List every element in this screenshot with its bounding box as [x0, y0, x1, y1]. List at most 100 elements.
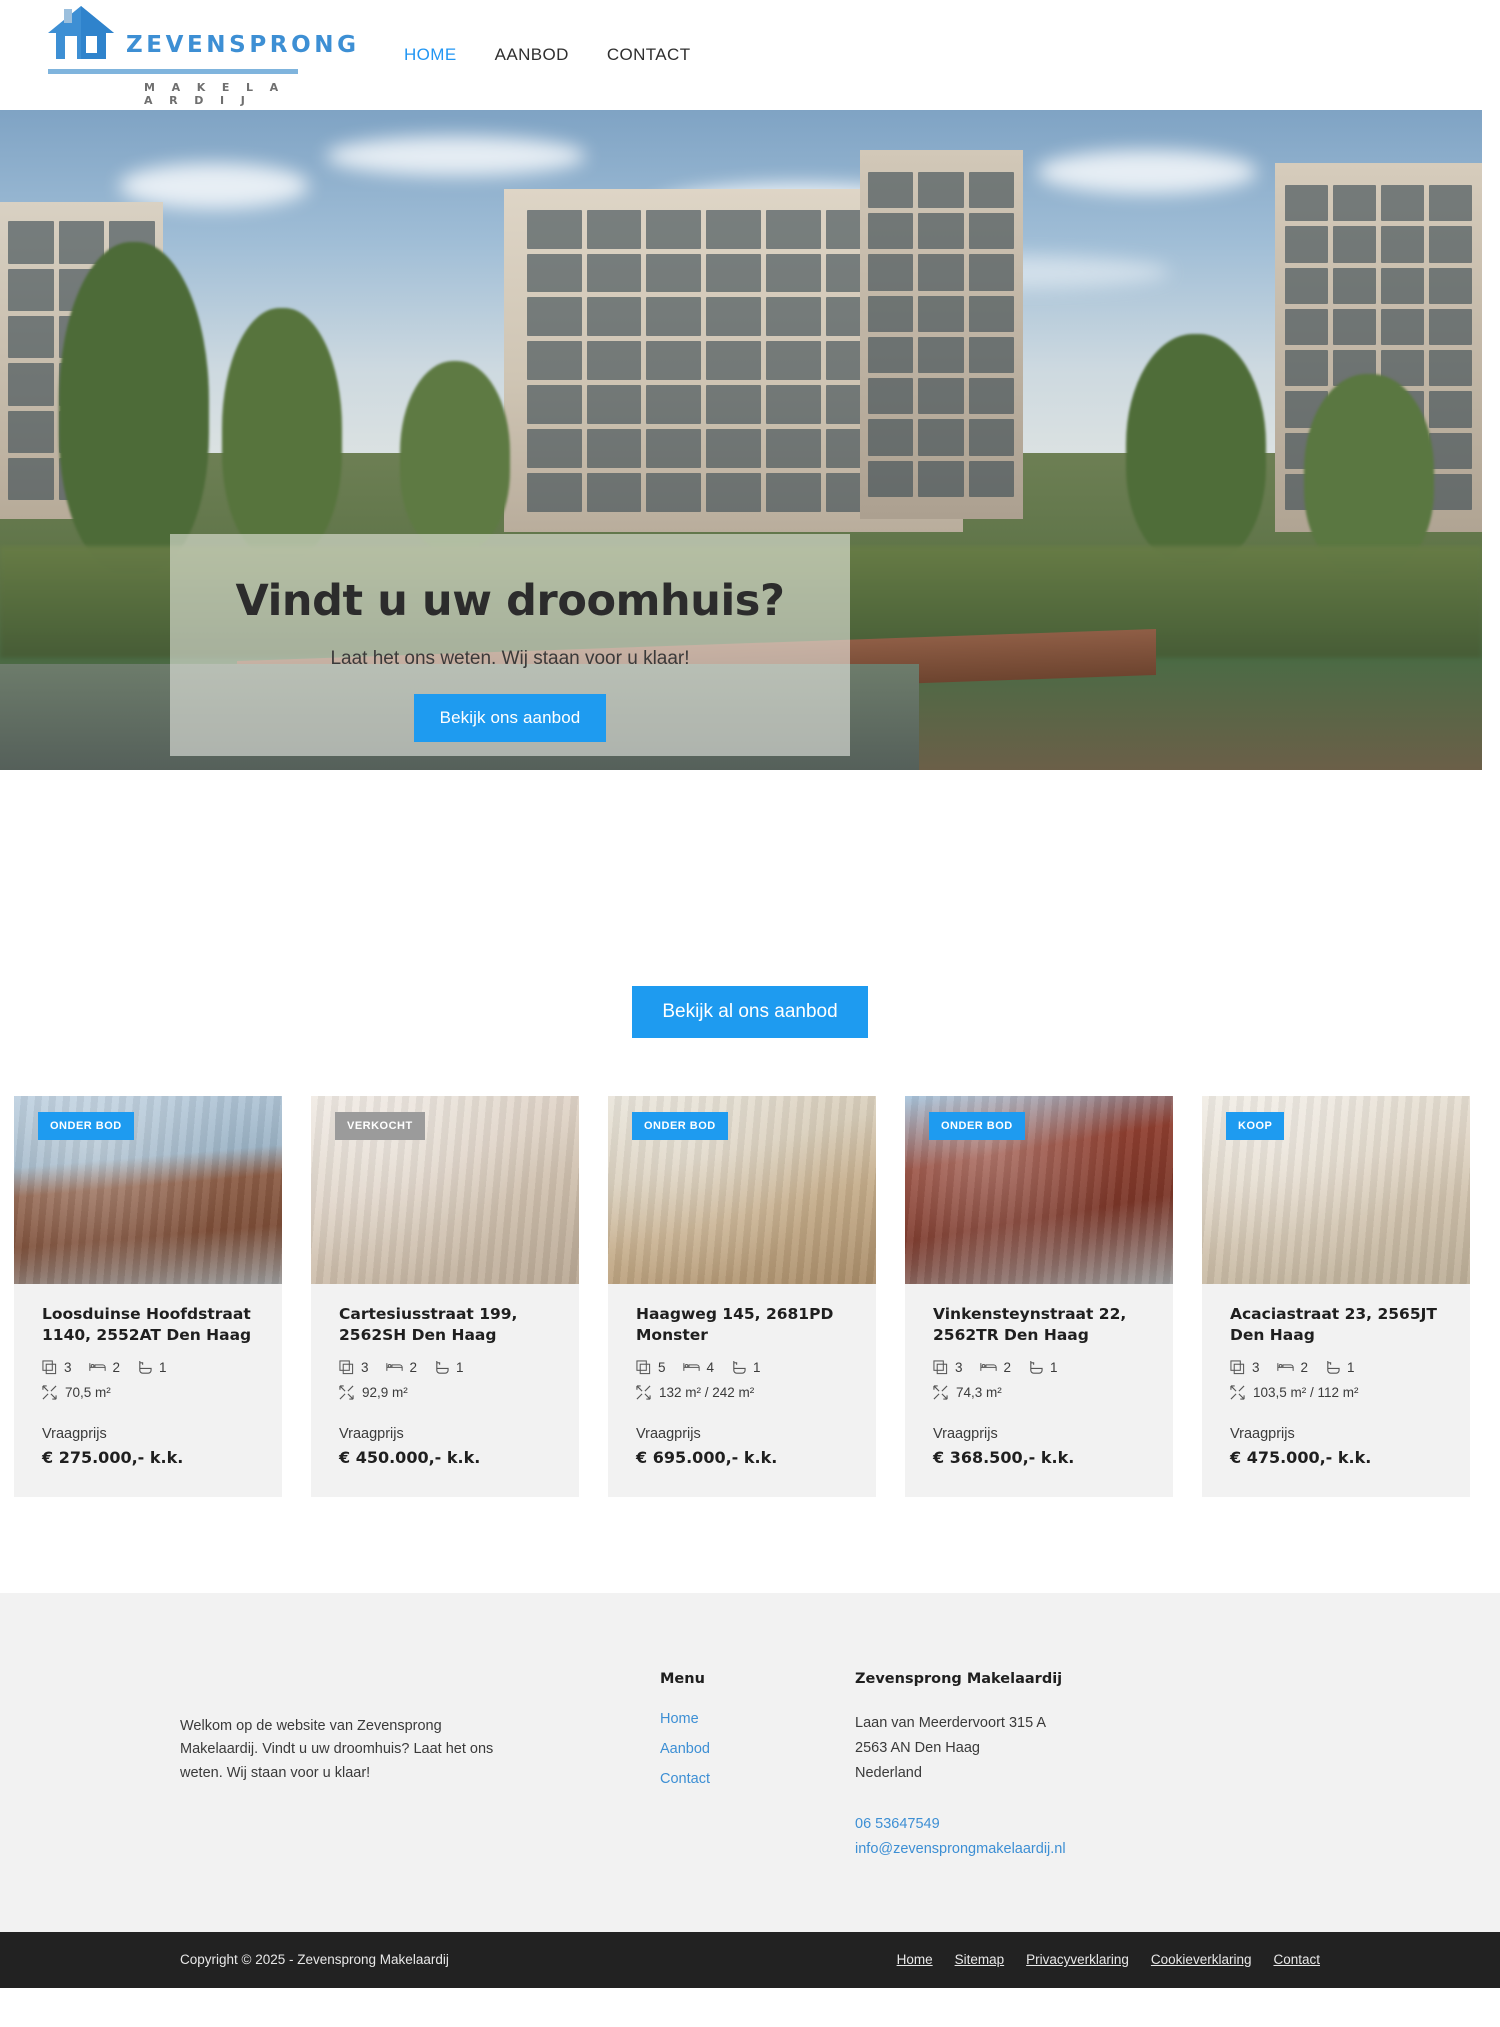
listing-area-value: 92,9 m² — [362, 1384, 408, 1400]
site-footer: Welkom op de website van Zevensprong Mak… — [0, 1592, 1500, 1932]
spec-bathrooms: 1 — [731, 1360, 761, 1375]
nav-item-contact[interactable]: CONTACT — [603, 39, 695, 71]
listing-card[interactable]: KOOP Acaciastraat 23, 2565JT Den Haag 3 … — [1202, 1096, 1470, 1497]
spec-rooms-value: 3 — [1252, 1359, 1260, 1375]
rooms-icon — [933, 1360, 948, 1374]
view-all-listings-button[interactable]: Bekijk al ons aanbod — [632, 986, 868, 1038]
address-line-3: Nederland — [855, 1764, 922, 1781]
site-logo[interactable]: ZEVENSPRONG M A K E L A A R D I J — [44, 3, 356, 107]
listing-image[interactable]: ONDER BOD — [608, 1096, 876, 1284]
price-label: Vraagprijs — [636, 1425, 701, 1442]
status-badge: KOOP — [1226, 1112, 1285, 1140]
listing-area: 70,5 m² — [42, 1385, 254, 1400]
footer-address: Laan van Meerdervoort 315 A 2563 AN Den … — [855, 1711, 1235, 1786]
listing-image[interactable]: KOOP — [1202, 1096, 1470, 1284]
listing-area-value: 70,5 m² — [65, 1384, 111, 1400]
spec-bathrooms-value: 1 — [456, 1359, 464, 1375]
site-header: ZEVENSPRONG M A K E L A A R D I J HOME A… — [0, 0, 1500, 110]
listing-title: Acaciastraat 23, 2565JT Den Haag — [1230, 1305, 1437, 1344]
spec-rooms-value: 3 — [955, 1359, 963, 1375]
spec-bedrooms-value: 2 — [1003, 1359, 1012, 1375]
listing-title: Cartesiusstraat 199, 2562SH Den Haag — [339, 1305, 518, 1344]
spec-bathrooms: 1 — [1325, 1360, 1355, 1375]
bottom-bar-links[interactable]: Home Sitemap Privacyverklaring Cookiever… — [897, 1952, 1320, 1967]
spec-bedrooms: 2 — [88, 1359, 121, 1375]
spec-bathrooms-value: 1 — [1050, 1359, 1058, 1375]
spec-bedrooms: 2 — [385, 1359, 418, 1375]
listing-area-value: 132 m² / 242 m² — [659, 1384, 755, 1400]
hero-section: Vindt u uw droomhuis? Laat het ons weten… — [0, 110, 1482, 770]
view-all-listings-section: Bekijk al ons aanbod — [0, 986, 1500, 1038]
footer-link-aanbod[interactable]: Aanbod — [660, 1741, 855, 1757]
listing-card[interactable]: VERKOCHT Cartesiusstraat 199, 2562SH Den… — [311, 1096, 579, 1497]
footer-email-link[interactable]: info@zevensprongmakelaardij.nl — [855, 1837, 1235, 1862]
spec-rooms: 3 — [933, 1360, 963, 1375]
listing-title: Vinkensteynstraat 22, 2562TR Den Haag — [933, 1305, 1127, 1344]
rooms-icon — [636, 1360, 651, 1374]
listing-area-value: 103,5 m² / 112 m² — [1253, 1384, 1359, 1400]
price-label: Vraagprijs — [933, 1425, 998, 1442]
listing-image[interactable]: ONDER BOD — [14, 1096, 282, 1284]
listing-title: Loosduinse Hoofdstraat 1140, 2552AT Den … — [42, 1305, 252, 1344]
bathtub-icon — [139, 1360, 152, 1374]
area-icon — [1230, 1385, 1245, 1400]
rooms-icon — [339, 1360, 354, 1374]
spec-bedrooms-value: 2 — [409, 1359, 418, 1375]
listing-image[interactable]: VERKOCHT — [311, 1096, 579, 1284]
spec-rooms: 3 — [339, 1360, 369, 1375]
bottom-link-home[interactable]: Home — [897, 1952, 933, 1967]
address-line-1: Laan van Meerdervoort 315 A — [855, 1714, 1047, 1731]
price-label: Vraagprijs — [339, 1425, 404, 1442]
listing-image[interactable]: ONDER BOD — [905, 1096, 1173, 1284]
footer-contact: Zevensprong Makelaardij Laan van Meerder… — [855, 1671, 1235, 1862]
spec-bedrooms-value: 2 — [112, 1359, 121, 1375]
hero-cta-button[interactable]: Bekijk ons aanbod — [413, 694, 607, 742]
nav-item-home[interactable]: HOME — [400, 39, 461, 71]
listing-area: 74,3 m² — [933, 1385, 1145, 1400]
listing-area-value: 74,3 m² — [956, 1384, 1002, 1400]
spec-rooms: 3 — [1230, 1360, 1260, 1375]
bottom-link-cookieverklaring[interactable]: Cookieverklaring — [1151, 1952, 1252, 1967]
footer-company-name: Zevensprong Makelaardij — [855, 1670, 1063, 1687]
featured-listings: ONDER BOD Loosduinse Hoofdstraat 1140, 2… — [0, 1096, 1500, 1497]
spec-bedrooms: 2 — [1276, 1359, 1309, 1375]
spec-rooms: 3 — [42, 1360, 72, 1375]
bed-icon — [979, 1363, 997, 1372]
listing-price: € 368.500,- k.k. — [933, 1447, 1075, 1467]
rooms-icon — [42, 1360, 57, 1374]
footer-link-home[interactable]: Home — [660, 1711, 855, 1727]
listing-price: € 695.000,- k.k. — [636, 1447, 778, 1467]
area-icon — [933, 1385, 948, 1400]
footer-phone-link[interactable]: 06 53647549 — [855, 1812, 1235, 1837]
bottom-link-contact[interactable]: Contact — [1273, 1952, 1320, 1967]
bottom-link-sitemap[interactable]: Sitemap — [955, 1952, 1005, 1967]
spec-bathrooms-value: 1 — [1347, 1359, 1355, 1375]
status-badge: ONDER BOD — [632, 1112, 728, 1140]
bed-icon — [1276, 1363, 1294, 1372]
spec-bedrooms-value: 2 — [1300, 1359, 1309, 1375]
listing-specs: 3 2 1 — [933, 1360, 1145, 1375]
bottom-link-privacyverklaring[interactable]: Privacyverklaring — [1026, 1952, 1129, 1967]
listing-area: 132 m² / 242 m² — [636, 1385, 848, 1400]
copyright-text: Copyright © 2025 - Zevensprong Makelaard… — [180, 1952, 449, 1968]
listing-card[interactable]: ONDER BOD Loosduinse Hoofdstraat 1140, 2… — [14, 1096, 282, 1497]
footer-link-contact[interactable]: Contact — [660, 1771, 855, 1787]
listing-title: Haagweg 145, 2681PD Monster — [636, 1305, 834, 1344]
spec-bathrooms: 1 — [434, 1360, 464, 1375]
listing-specs: 5 4 1 — [636, 1360, 848, 1375]
listing-area: 103,5 m² / 112 m² — [1230, 1385, 1442, 1400]
footer-menu: Menu Home Aanbod Contact — [660, 1671, 855, 1862]
status-badge: VERKOCHT — [335, 1112, 425, 1140]
area-icon — [339, 1385, 354, 1400]
primary-navigation[interactable]: HOME AANBOD CONTACT — [400, 39, 695, 71]
listing-card[interactable]: ONDER BOD Haagweg 145, 2681PD Monster 5 … — [608, 1096, 876, 1497]
house-logo-icon — [48, 6, 114, 59]
footer-menu-heading: Menu — [660, 1670, 705, 1687]
nav-item-aanbod[interactable]: AANBOD — [491, 39, 573, 71]
logo-wordmark: ZEVENSPRONG — [126, 32, 360, 58]
listing-card[interactable]: ONDER BOD Vinkensteynstraat 22, 2562TR D… — [905, 1096, 1173, 1497]
spec-bedrooms-value: 4 — [706, 1359, 715, 1375]
bottom-bar: Copyright © 2025 - Zevensprong Makelaard… — [0, 1931, 1500, 1988]
spec-bathrooms-value: 1 — [753, 1359, 761, 1375]
logo-tagline: M A K E L A A R D I J — [144, 81, 285, 107]
